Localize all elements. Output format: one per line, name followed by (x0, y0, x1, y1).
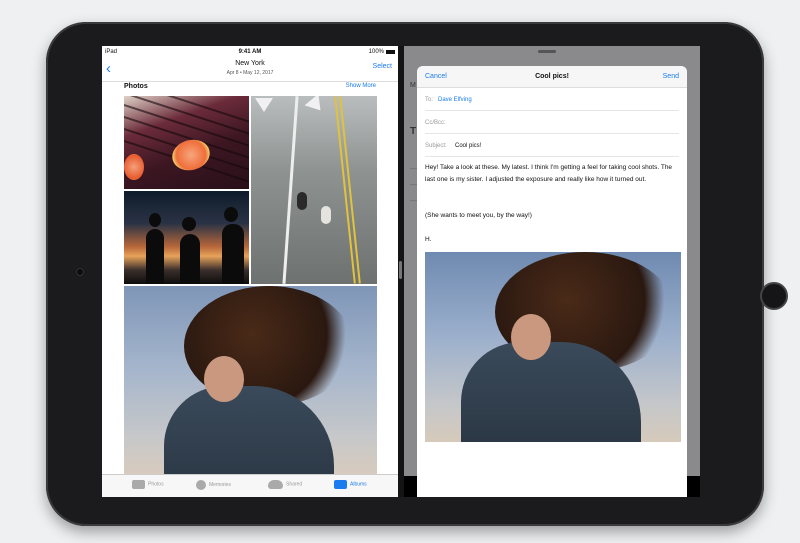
section-title: Photos (124, 83, 148, 90)
photos-nav-bar: ‹ New York Apr 8 • May 12, 2017 Select (102, 58, 398, 82)
tab-photos[interactable]: Photos (132, 480, 164, 494)
compose-title: Cool pics! (535, 73, 569, 80)
to-recipient[interactable]: Dave Elfving (438, 97, 472, 103)
subject-value[interactable]: Cool pics! (455, 143, 481, 149)
battery-percent: 100% (368, 49, 384, 55)
tab-shared[interactable]: Shared (268, 480, 302, 494)
page-title: New York (235, 60, 265, 67)
message-paragraph[interactable]: Hey! Take a look at these. My latest. I … (425, 162, 681, 186)
tab-label: Albums (350, 481, 367, 488)
albums-icon (334, 480, 347, 489)
tab-label: Memories (209, 482, 231, 488)
compose-header: Cancel Cool pics! Send (417, 66, 687, 88)
cc-bcc-field[interactable]: Cc/Bcc: (425, 111, 679, 134)
face-shape (511, 314, 551, 360)
front-camera (76, 268, 84, 276)
background-letter: M (410, 82, 416, 89)
tab-label: Photos (148, 481, 164, 488)
message-paragraph[interactable]: (She wants to meet you, by the way!) (425, 210, 681, 222)
photo-thumbnail-road[interactable] (251, 96, 377, 284)
tab-memories[interactable]: Memories (196, 480, 231, 494)
jacket-shape (164, 386, 334, 476)
message-signature[interactable]: H. (425, 234, 681, 246)
person-shape (321, 206, 331, 224)
select-button[interactable]: Select (373, 63, 392, 70)
tab-label: Shared (286, 481, 303, 488)
photos-icon (132, 480, 145, 489)
mail-compose-sheet: Cancel Cool pics! Send To: Dave Elfving … (417, 66, 687, 497)
photo-thumbnail-portrait[interactable] (124, 286, 377, 476)
date-range: Apr 8 • May 12, 2017 (226, 70, 274, 76)
photos-app: iPad 9:41 AM 100% ‹ New York Apr 8 • May… (102, 46, 398, 497)
memories-icon (196, 480, 206, 490)
send-button[interactable]: Send (663, 73, 679, 80)
desktop-background: iPad 9:41 AM 100% ‹ New York Apr 8 • May… (0, 0, 800, 543)
sheet-grabber[interactable] (538, 50, 556, 53)
photo-thumbnail-grapefruit[interactable] (124, 96, 249, 189)
subject-label: Subject: (425, 143, 447, 149)
person-shape (297, 192, 307, 210)
subject-field[interactable]: Subject: Cool pics! (425, 134, 679, 157)
grapefruit-shape (124, 154, 144, 180)
to-field[interactable]: To: Dave Elfving (425, 88, 679, 111)
split-view-handle[interactable] (399, 261, 402, 279)
photo-thumbnail-sunset[interactable] (124, 191, 249, 284)
background-letter: T (410, 126, 417, 137)
home-button[interactable] (760, 282, 788, 310)
to-label: To: (425, 97, 434, 103)
cloud-icon (268, 480, 283, 489)
attached-photo[interactable] (425, 252, 681, 442)
cc-bcc-label: Cc/Bcc: (425, 120, 446, 126)
show-more-link[interactable]: Show More (346, 83, 376, 89)
face-shape (204, 356, 244, 402)
status-time: 9:41 AM (238, 49, 262, 55)
tab-albums[interactable]: Albums (334, 480, 367, 494)
tab-bar: Photos Memories Shared Albums (102, 474, 398, 497)
status-bar: iPad 9:41 AM 100% (102, 46, 398, 58)
ipad-screen: iPad 9:41 AM 100% ‹ New York Apr 8 • May… (102, 46, 700, 497)
battery-icon (386, 50, 395, 54)
